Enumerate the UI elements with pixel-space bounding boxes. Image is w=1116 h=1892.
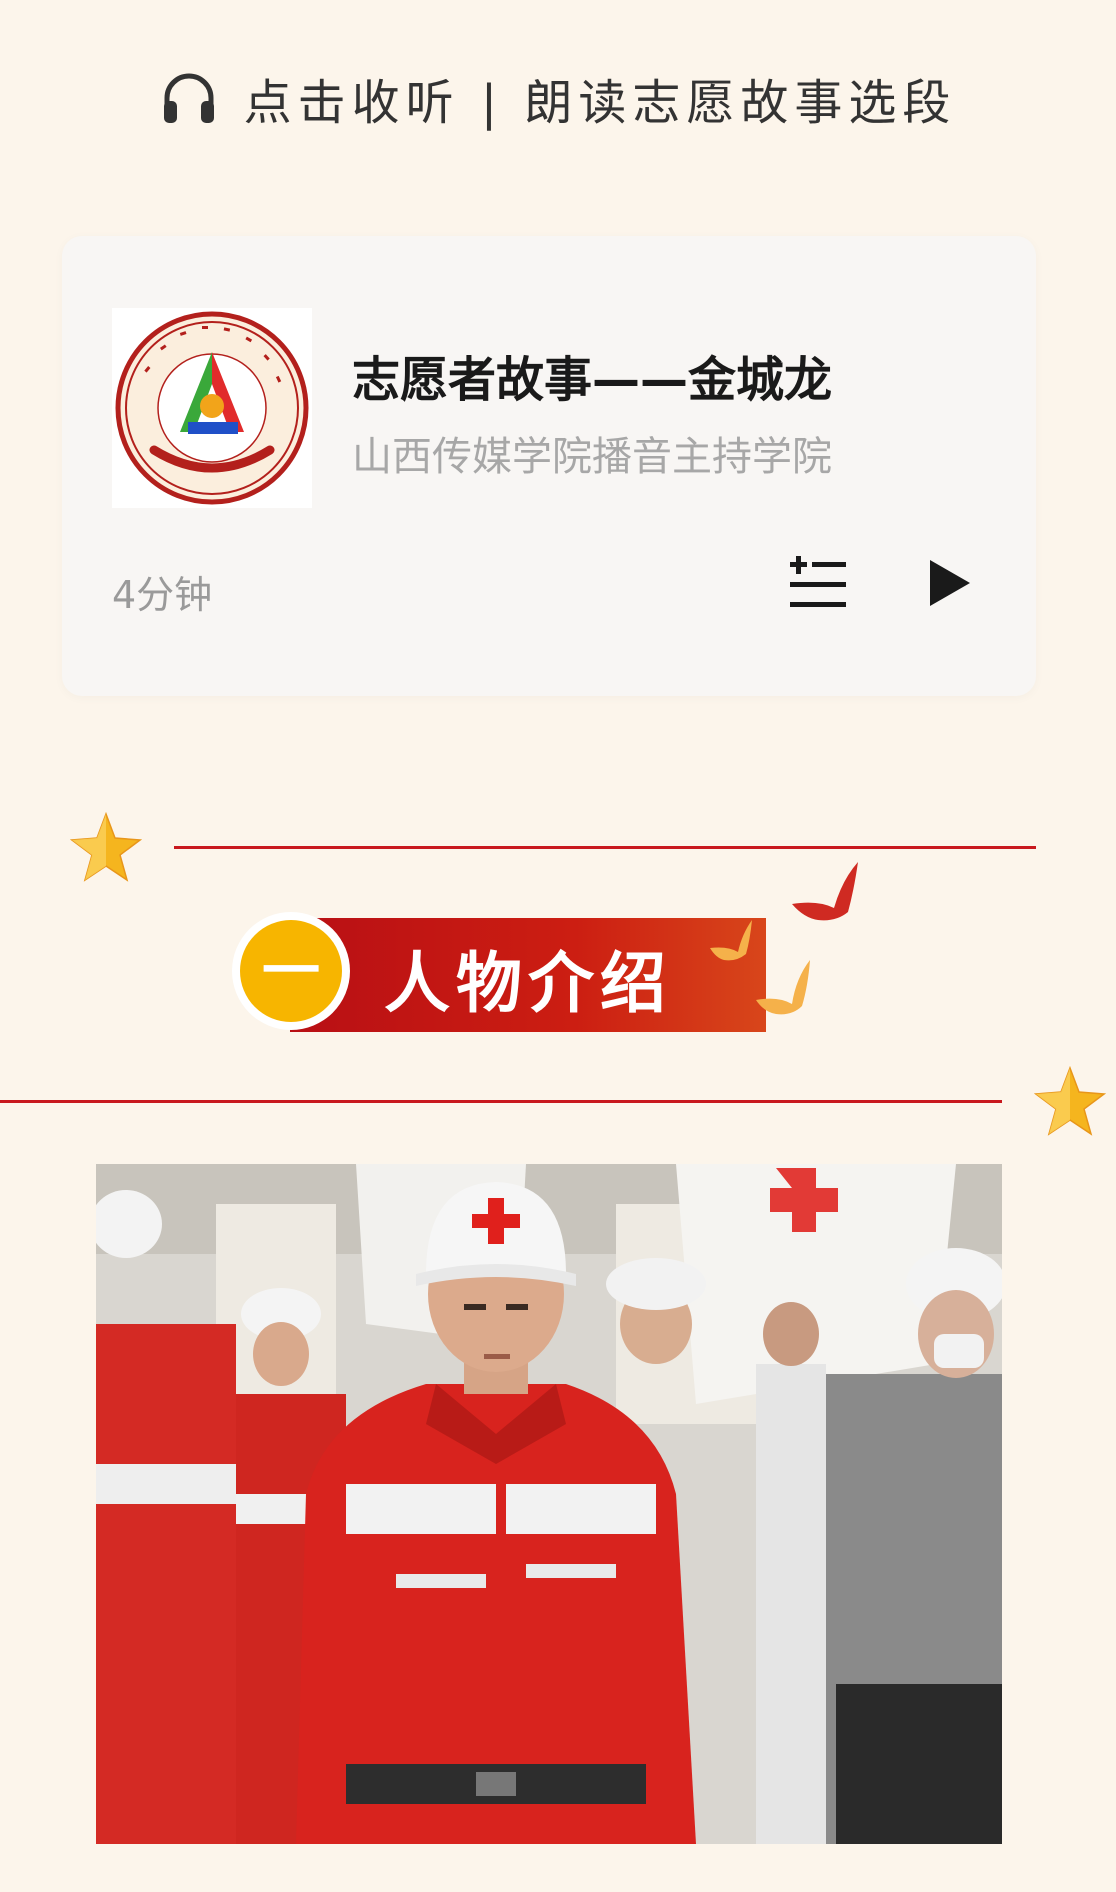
volunteer-photo (96, 1164, 1002, 1844)
audio-subtitle: 山西传媒学院播音主持学院 (352, 434, 832, 480)
listen-title: 点击收听 | 朗读志愿故事选段 (243, 75, 957, 131)
divider-line-bottom (0, 1100, 1002, 1103)
star-icon (70, 812, 142, 882)
playlist-icon[interactable] (786, 554, 848, 612)
listen-header[interactable]: 点击收听 | 朗读志愿故事选段 (0, 58, 1116, 138)
section-number-badge: 一 (240, 920, 342, 1022)
dove-icon-gold (756, 960, 810, 1015)
dove-icon-small (710, 920, 752, 961)
audio-player-card[interactable]: 志愿者故事——金城龙 山西传媒学院播音主持学院 4分钟 (62, 236, 1036, 696)
divider-line-top (174, 846, 1036, 849)
volunteer-photo-illustration (96, 1164, 1002, 1844)
audio-duration: 4分钟 (112, 573, 213, 617)
headphones-icon (163, 73, 214, 123)
section-number: 一 (261, 937, 320, 1005)
dove-icon (792, 862, 858, 921)
audio-title: 志愿者故事——金城龙 (352, 352, 833, 408)
star-icon-right (1034, 1066, 1106, 1136)
cover-logo (112, 308, 312, 508)
university-logo (115, 311, 309, 505)
section-title: 人物介绍 (384, 945, 672, 1022)
play-icon[interactable] (924, 556, 974, 610)
